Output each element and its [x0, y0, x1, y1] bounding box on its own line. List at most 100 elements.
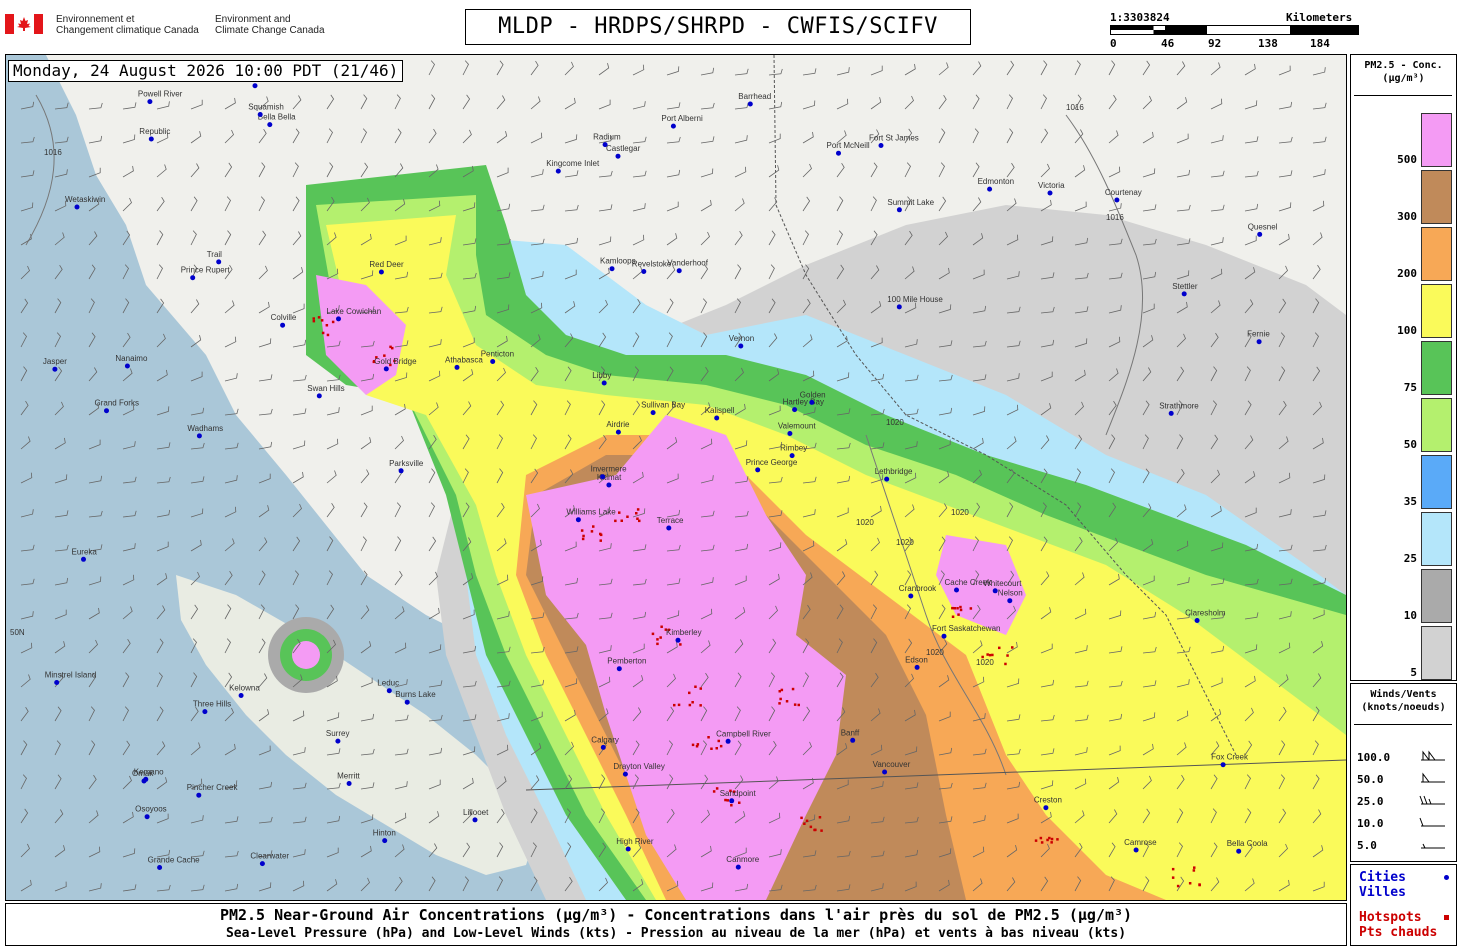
- city-marker[interactable]: [675, 637, 681, 643]
- city-marker[interactable]: [850, 737, 856, 743]
- city-marker[interactable]: [238, 693, 244, 698]
- city-marker[interactable]: [908, 593, 914, 599]
- city-marker[interactable]: [600, 744, 606, 750]
- city-marker[interactable]: [1256, 339, 1262, 345]
- city-label: Wadhams: [187, 424, 223, 433]
- city-marker[interactable]: [755, 467, 761, 473]
- city-marker[interactable]: [602, 142, 608, 148]
- city-marker[interactable]: [147, 99, 153, 105]
- city-marker[interactable]: [878, 143, 884, 148]
- city-marker[interactable]: [382, 838, 388, 844]
- city-marker[interactable]: [1007, 598, 1013, 604]
- city-marker[interactable]: [1220, 762, 1226, 768]
- city-marker[interactable]: [157, 865, 163, 870]
- city-marker[interactable]: [884, 476, 890, 482]
- city-marker[interactable]: [954, 587, 959, 593]
- city-marker[interactable]: [792, 407, 798, 413]
- city-marker[interactable]: [54, 680, 60, 685]
- city-marker[interactable]: [738, 343, 744, 349]
- city-marker[interactable]: [141, 778, 147, 784]
- city-label: Republic: [139, 127, 170, 136]
- city-marker[interactable]: [383, 366, 389, 372]
- city-marker[interactable]: [606, 482, 612, 488]
- city-marker[interactable]: [666, 525, 672, 531]
- city-marker[interactable]: [714, 415, 720, 421]
- city-marker[interactable]: [336, 316, 341, 322]
- city-marker[interactable]: [196, 792, 202, 798]
- city-marker[interactable]: [280, 322, 286, 328]
- city-marker[interactable]: [941, 633, 947, 639]
- city-marker[interactable]: [1114, 197, 1120, 203]
- city-marker[interactable]: [896, 304, 902, 310]
- city-marker[interactable]: [267, 122, 273, 128]
- city-marker[interactable]: [216, 259, 222, 265]
- city-marker[interactable]: [987, 186, 993, 192]
- city-marker[interactable]: [992, 588, 998, 594]
- city-marker[interactable]: [404, 699, 410, 705]
- city-marker[interactable]: [622, 771, 628, 777]
- city-marker[interactable]: [316, 393, 322, 399]
- city-marker[interactable]: [809, 399, 815, 405]
- city-marker[interactable]: [650, 410, 656, 416]
- city-marker[interactable]: [1181, 291, 1187, 297]
- city-marker[interactable]: [124, 363, 130, 369]
- city-marker[interactable]: [601, 380, 607, 386]
- smoke-forecast-map[interactable]: 1016 1016 1016 1020 1020 1020 1020 1020 …: [5, 54, 1347, 901]
- city-marker[interactable]: [454, 364, 460, 370]
- city-marker[interactable]: [335, 738, 341, 744]
- city-marker[interactable]: [600, 474, 606, 480]
- city-marker[interactable]: [787, 431, 793, 436]
- city-marker[interactable]: [575, 517, 581, 523]
- city-label: Bella Coola: [1227, 839, 1268, 848]
- city-marker[interactable]: [615, 429, 621, 435]
- city-marker[interactable]: [616, 666, 622, 672]
- city-marker[interactable]: [1047, 190, 1053, 196]
- city-marker[interactable]: [1236, 848, 1242, 854]
- hotspot-marker: [673, 703, 676, 707]
- city-marker[interactable]: [641, 269, 647, 274]
- city-marker[interactable]: [74, 204, 80, 210]
- city-marker[interactable]: [148, 136, 154, 142]
- city-marker[interactable]: [615, 153, 621, 159]
- city-marker[interactable]: [882, 769, 888, 775]
- city-marker[interactable]: [104, 408, 109, 414]
- city-marker[interactable]: [1194, 618, 1200, 623]
- city-label: Wetaskiwin: [65, 195, 105, 204]
- city-marker[interactable]: [836, 150, 841, 156]
- city-marker[interactable]: [81, 556, 86, 562]
- city-marker[interactable]: [202, 709, 208, 715]
- city-marker[interactable]: [676, 268, 682, 274]
- city-marker[interactable]: [1257, 231, 1263, 237]
- city-marker[interactable]: [386, 688, 392, 694]
- city-marker[interactable]: [1168, 410, 1174, 416]
- city-marker[interactable]: [490, 359, 496, 364]
- city-marker[interactable]: [735, 864, 741, 870]
- city-marker[interactable]: [625, 846, 631, 852]
- city-marker[interactable]: [789, 453, 795, 459]
- map-caption: PM2.5 Near-Ground Air Concentrations (µg…: [5, 903, 1347, 946]
- city-marker[interactable]: [729, 798, 735, 804]
- city-marker[interactable]: [52, 366, 58, 372]
- city-label: Lethbridge: [875, 467, 913, 476]
- city-marker[interactable]: [747, 101, 753, 107]
- city-marker[interactable]: [144, 814, 150, 820]
- city-marker[interactable]: [609, 266, 615, 272]
- city-marker[interactable]: [670, 123, 676, 129]
- city-marker[interactable]: [259, 861, 265, 867]
- city-marker[interactable]: [1043, 805, 1049, 811]
- city-marker[interactable]: [257, 112, 263, 117]
- city-marker[interactable]: [346, 781, 352, 786]
- city-marker[interactable]: [555, 168, 561, 174]
- city-label: Port Alberni: [661, 114, 703, 123]
- city-marker[interactable]: [398, 468, 404, 474]
- city-label: Athabasca: [445, 355, 483, 364]
- city-marker[interactable]: [914, 664, 920, 670]
- city-marker[interactable]: [472, 817, 478, 823]
- city-marker[interactable]: [190, 275, 196, 281]
- city-marker[interactable]: [252, 83, 258, 89]
- city-marker[interactable]: [896, 207, 902, 213]
- city-marker[interactable]: [378, 269, 384, 275]
- city-marker[interactable]: [1133, 847, 1139, 853]
- city-marker[interactable]: [196, 433, 202, 439]
- city-marker[interactable]: [725, 738, 731, 744]
